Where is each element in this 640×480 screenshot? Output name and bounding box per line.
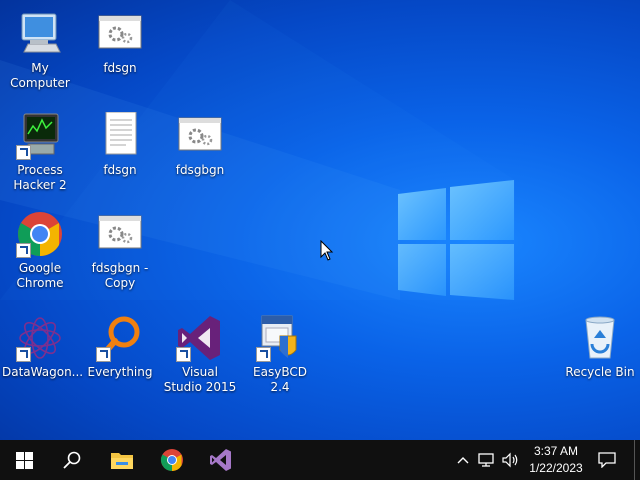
desktop-icon-label: My Computer: [10, 61, 70, 90]
volume-button[interactable]: [500, 452, 522, 468]
desktop-icon-label: Recycle Bin: [565, 365, 635, 379]
file-explorer-icon: [111, 453, 133, 469]
clock[interactable]: 3:37 AM 1/22/2023: [527, 443, 585, 477]
volume-icon: [502, 452, 518, 468]
desktop-icon-label: Visual Studio 2015: [163, 365, 237, 394]
recycle-bin-icon: [585, 316, 615, 359]
desktop-icon-google-chrome[interactable]: Google Chrome: [0, 210, 80, 291]
start-icon: [15, 451, 33, 469]
desktop-icon-label: Google Chrome: [16, 261, 64, 290]
desktop-icon-fdsgn-config[interactable]: fdsgn: [80, 10, 160, 76]
desktop-icon-datawagon[interactable]: DataWagon...: [0, 314, 84, 380]
desktop-icon-fdsgn-text[interactable]: fdsgn: [80, 111, 160, 178]
desktop-icon-process-hacker[interactable]: Process Hacker 2: [0, 112, 80, 193]
clock-date: 1/22/2023: [529, 461, 583, 475]
search-button[interactable]: [48, 440, 96, 480]
chrome-icon: [161, 449, 183, 471]
search-icon: [63, 451, 81, 469]
desktop-icon-label: EasyBCD 2.4: [253, 365, 307, 394]
desktop-icon-easybcd[interactable]: EasyBCD 2.4: [240, 314, 320, 395]
taskbar: 3:37 AM 1/22/2023: [0, 440, 640, 480]
desktop-icon-visual-studio[interactable]: Visual Studio 2015: [160, 314, 240, 395]
shortcut-arrow-icon: [96, 347, 111, 362]
desktop-icon-my-computer[interactable]: My Computer: [0, 10, 80, 91]
desktop-icon-label: fdsgbgn - Copy: [91, 261, 149, 290]
desktop-icon-fdsgbgn[interactable]: fdsgbgn: [160, 112, 240, 178]
taskbar-file-explorer[interactable]: [98, 440, 146, 480]
mouse-cursor-icon: [320, 240, 334, 261]
shortcut-arrow-icon: [16, 145, 31, 160]
desktop-icon-fdsgbgn-copy[interactable]: fdsgbgn - Copy: [80, 210, 160, 291]
taskbar-chrome[interactable]: [148, 440, 196, 480]
action-center-icon: [598, 452, 616, 468]
desktop-icon-label: fdsgn: [103, 163, 137, 177]
settings-file-icon: [98, 15, 142, 49]
text-file-icon: [105, 111, 137, 155]
windows-logo-wallpaper: [398, 180, 514, 300]
taskbar-visual-studio[interactable]: [197, 440, 245, 480]
clock-time: 3:37 AM: [533, 444, 579, 458]
desktop-icon-recycle-bin[interactable]: Recycle Bin: [560, 314, 640, 380]
desktop-icon-label: DataWagon...: [2, 365, 84, 379]
desktop-icon-label: Process Hacker 2: [13, 163, 67, 192]
shortcut-arrow-icon: [16, 347, 31, 362]
visual-studio-icon: [210, 449, 231, 471]
show-hidden-icons-button[interactable]: [455, 452, 471, 468]
desktop[interactable]: My Computer fdsgn Process Hacker 2 fdsgn…: [0, 0, 640, 440]
desktop-icon-label: fdsgbgn: [175, 163, 225, 177]
chevron-up-icon: [457, 457, 469, 464]
desktop-icon-label: fdsgn: [103, 61, 137, 75]
action-center-button[interactable]: [596, 452, 618, 468]
network-icon: [478, 453, 494, 467]
shortcut-arrow-icon: [16, 243, 31, 258]
monitor-icon: [21, 13, 61, 53]
shortcut-arrow-icon: [176, 347, 191, 362]
start-button[interactable]: [0, 440, 48, 480]
desktop-icon-everything[interactable]: Everything: [80, 314, 160, 380]
shortcut-arrow-icon: [256, 347, 271, 362]
network-button[interactable]: [477, 452, 497, 468]
settings-file-icon: [98, 215, 142, 249]
show-desktop-button[interactable]: [634, 440, 640, 480]
settings-file-icon: [178, 117, 222, 151]
desktop-icon-label: Everything: [87, 365, 153, 379]
